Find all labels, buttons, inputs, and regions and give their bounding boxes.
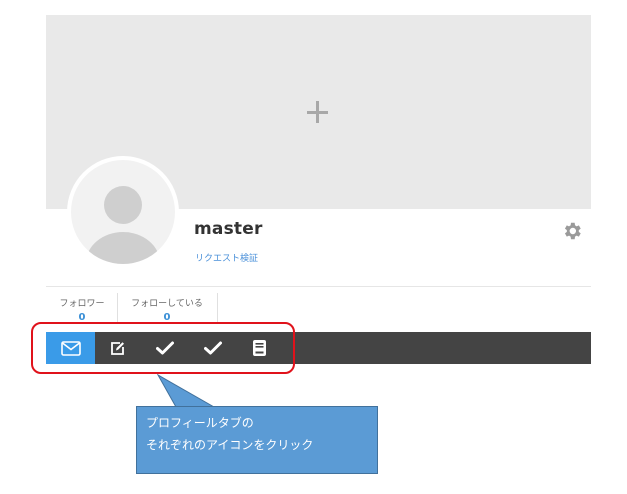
profile-divider xyxy=(46,286,591,287)
stat-divider xyxy=(217,293,218,323)
following-stat[interactable]: フォローしている 0 xyxy=(124,296,210,323)
add-cover-icon[interactable] xyxy=(305,100,331,126)
avatar[interactable] xyxy=(67,156,179,268)
followers-stat[interactable]: フォロワー 0 xyxy=(52,296,112,323)
tab-highlight-frame xyxy=(31,322,295,374)
avatar-placeholder xyxy=(71,160,175,264)
profile-username: master xyxy=(194,219,263,239)
avatar-head-shape xyxy=(104,186,142,224)
avatar-body-shape xyxy=(86,232,160,264)
followers-label: フォロワー xyxy=(59,299,105,309)
instruction-callout: プロフィールタブの それぞれのアイコンをクリック xyxy=(136,406,378,474)
callout-line-2: それぞれのアイコンをクリック xyxy=(146,438,314,452)
request-verification-link[interactable]: リクエスト検証 xyxy=(195,251,258,264)
stat-divider xyxy=(117,293,118,323)
callout-line-1: プロフィールタブの xyxy=(146,416,254,430)
following-label: フォローしている xyxy=(131,299,203,309)
gear-icon[interactable] xyxy=(561,220,583,242)
